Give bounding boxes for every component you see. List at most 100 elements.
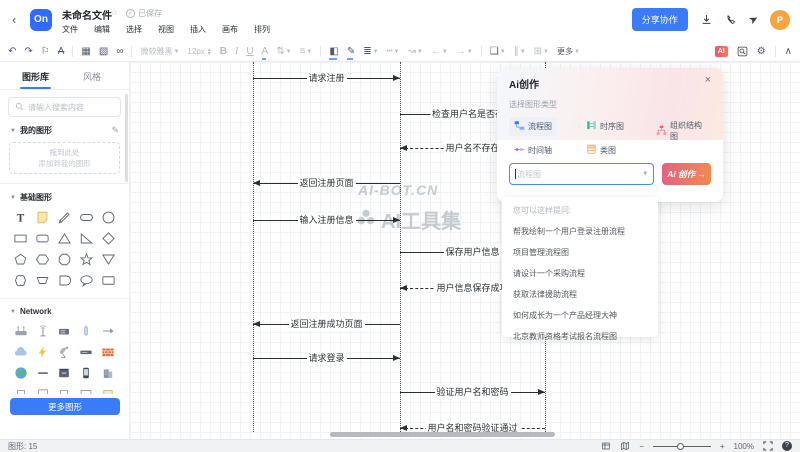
lifeline-2[interactable] (400, 62, 401, 432)
redo-icon[interactable]: ↷ (24, 47, 32, 57)
type-chip-sequence[interactable]: 时序图 (581, 117, 629, 136)
more-shapes-button[interactable]: 更多图形 (10, 398, 120, 415)
arrow-end-icon[interactable]: →▼ (456, 47, 473, 57)
zoom-out-button[interactable]: − (639, 442, 644, 451)
section-basic-shapes[interactable]: ▼ 基础图形 (10, 192, 119, 203)
zoom-slider[interactable] (653, 446, 711, 447)
zoom-in-button[interactable]: + (720, 442, 725, 451)
insert-image-icon[interactable]: ▧ (99, 47, 108, 57)
ai-assistant-badge[interactable]: AI (715, 46, 728, 57)
suggestion-item-3[interactable]: 获取法律援助流程 (513, 289, 647, 300)
type-chip-classdiagram[interactable]: 类图 (581, 141, 621, 160)
menu-item-2[interactable]: 选择 (126, 24, 142, 35)
bold-icon[interactable]: B (220, 47, 227, 57)
connector-style-icon[interactable]: ↝▼ (408, 47, 423, 57)
collapse-toolbar-icon[interactable]: ∧ (785, 47, 792, 57)
fullscreen-icon[interactable] (763, 441, 773, 451)
suggestion-item-0[interactable]: 帮我绘制一个用户登录注册流程 (513, 226, 647, 237)
shape-lightning[interactable] (34, 343, 51, 360)
link-icon[interactable]: ∞ (116, 47, 123, 57)
shape-cable[interactable] (34, 364, 51, 381)
shape-rounded-rect[interactable] (34, 230, 51, 247)
ai-prompt-input[interactable]: 流程图 ▼ (509, 163, 654, 185)
message-label-6[interactable]: 用户信息保存成功 (434, 281, 510, 294)
shape-building[interactable] (100, 364, 117, 381)
type-chip-timeline[interactable]: 时间轴 (509, 141, 557, 160)
format-painter-icon[interactable]: ⚐ (41, 47, 50, 57)
line-height-icon[interactable]: ⇅▼ (276, 47, 291, 57)
shape-sticky-note[interactable] (34, 209, 51, 226)
table-icon[interactable]: ⊞▼ (534, 47, 549, 57)
lifeline-1[interactable] (253, 62, 254, 432)
shape-switch[interactable] (78, 343, 95, 360)
message-label-4[interactable]: 输入注册信息 (297, 213, 355, 226)
shape-pen[interactable] (56, 209, 73, 226)
tab-shape-library[interactable]: 图形库 (22, 63, 49, 89)
search-input[interactable] (28, 103, 108, 112)
shape-globe[interactable] (12, 364, 29, 381)
message-label-3[interactable]: 返回注册页面 (297, 176, 355, 189)
shape-hexagon[interactable] (34, 251, 51, 268)
suggestion-item-2[interactable]: 请设计一个采购流程 (513, 268, 647, 279)
shape-desk-phone[interactable] (56, 364, 73, 381)
menu-item-4[interactable]: 插入 (190, 24, 206, 35)
shape-triangle-down[interactable] (100, 251, 117, 268)
shape-rectangle[interactable] (12, 230, 29, 247)
shape-satellite[interactable] (56, 343, 73, 360)
send-feedback-icon[interactable]: ➤ (749, 13, 758, 26)
canvas-horizontal-scrollbar[interactable] (330, 432, 555, 437)
italic-icon[interactable]: I (235, 47, 238, 57)
suggestion-item-5[interactable]: 北京教师资格考试报名流程图 (513, 331, 647, 342)
shape-arrow-shape[interactable] (100, 322, 117, 339)
menu-item-1[interactable]: 编辑 (94, 24, 110, 35)
close-icon[interactable]: × (705, 74, 711, 86)
shape-text[interactable]: T (12, 209, 29, 226)
menu-item-0[interactable]: 文件 (62, 24, 78, 35)
shape-antenna[interactable] (34, 322, 51, 339)
suggestion-item-1[interactable]: 项目管理流程图 (513, 247, 647, 258)
ai-create-button[interactable]: Ai 创作 → (662, 163, 711, 185)
shape-rack-server[interactable] (56, 322, 73, 339)
line-style-icon[interactable]: ┅▼ (387, 47, 400, 57)
zoom-slider-thumb[interactable] (677, 443, 684, 450)
chevron-down-icon[interactable]: ▼ (642, 171, 648, 177)
shape-pentagon[interactable] (12, 251, 29, 268)
menu-item-6[interactable]: 排列 (254, 24, 270, 35)
avatar[interactable]: P (770, 10, 790, 30)
font-size-select-button[interactable]: 12px▲▼ (187, 48, 211, 56)
frame-icon[interactable]: ▦ (81, 47, 90, 57)
message-label-0[interactable]: 请求注册 (306, 71, 346, 84)
message-label-8[interactable]: 请求登录 (306, 351, 346, 364)
adjust-icon[interactable]: ⚙ (757, 47, 766, 57)
shape-d-shape[interactable] (56, 272, 73, 289)
shape-laptop[interactable] (56, 385, 73, 394)
shape-router[interactable] (12, 322, 29, 339)
shape-mast[interactable] (78, 322, 95, 339)
font-color-icon[interactable]: A (262, 47, 269, 57)
shape-rectangle-2[interactable] (100, 272, 117, 289)
shape-mobile-phone[interactable] (78, 364, 95, 381)
undo-icon[interactable]: ↶ (8, 47, 16, 57)
help-button[interactable]: ? (782, 441, 792, 451)
layers-icon[interactable]: ❏▼ (490, 47, 506, 57)
document-title[interactable]: 未命名文件 (62, 7, 112, 22)
menu-item-3[interactable]: 视图 (158, 24, 174, 35)
shape-search-box[interactable] (8, 97, 121, 117)
back-button[interactable]: ‹ (12, 12, 16, 27)
shape-triangle[interactable] (56, 230, 73, 247)
clear-format-icon[interactable]: A (58, 47, 65, 57)
shape-right-triangle[interactable] (78, 230, 95, 247)
shape-stadium[interactable] (78, 209, 95, 226)
page-setup-icon[interactable] (601, 441, 611, 451)
line-width-icon[interactable]: ≣▼ (363, 47, 378, 57)
share-collaborate-button[interactable]: 分享协作 (632, 8, 688, 31)
type-chip-flowchart[interactable]: 流程图 (509, 117, 557, 136)
stroke-color-icon[interactable]: ✎ (347, 47, 355, 57)
menu-item-5[interactable]: 画布 (222, 24, 238, 35)
message-label-5[interactable]: 保存用户信息 (443, 245, 501, 258)
shape-firewall[interactable] (100, 343, 117, 360)
section-my-shapes[interactable]: ▼ 我的图形 ✎ (10, 125, 119, 136)
shape-star[interactable] (78, 251, 95, 268)
sidebar-scrollbar[interactable] (125, 94, 128, 182)
edit-pencil-icon[interactable]: ✎ (111, 125, 119, 136)
